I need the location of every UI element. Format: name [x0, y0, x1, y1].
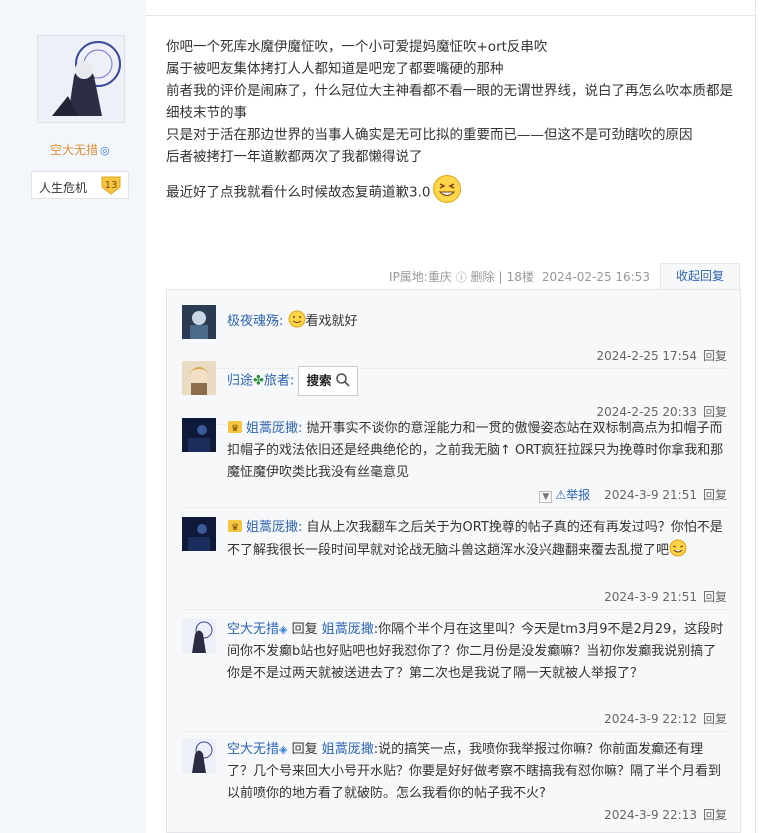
member-icon: ♛	[228, 520, 242, 533]
svg-text:♛: ♛	[231, 523, 239, 533]
help-icon[interactable]: ⓘ	[456, 271, 467, 284]
post-content: 你吧一个死库水魔伊魔怔吹，一个小可爱提妈魔怔吹+ort反串吹 属于被吧友集体拷打…	[166, 36, 736, 211]
reply-username[interactable]: 归途	[227, 374, 253, 389]
reply-prefix: 回复	[291, 742, 318, 757]
floor-number: 18楼	[506, 270, 534, 284]
top-divider	[146, 0, 755, 16]
reply-link[interactable]: 回复	[703, 349, 727, 363]
reply-username[interactable]: 姐蒿厐撖:	[246, 520, 302, 535]
svg-text:♛: ♛	[231, 424, 239, 434]
reply-target[interactable]: 姐蒿厐撖	[322, 742, 374, 757]
author-sidebar	[0, 0, 146, 833]
author-avatar[interactable]	[37, 35, 125, 123]
diamond-icon: ◈	[279, 743, 288, 756]
reply-time: 2024-3-9 21:51	[604, 488, 697, 502]
face-smile-icon	[669, 539, 687, 557]
level-number-badge: 13	[100, 175, 122, 195]
reply-time: 2024-3-9 22:13	[604, 808, 697, 822]
reply-list: 极夜魂殇: 看戏就好 2024-2-25 17:54 回复 归途✤旅者: 搜索 2…	[166, 289, 741, 833]
grin-icon	[432, 174, 462, 211]
avatar[interactable]	[182, 517, 216, 551]
reply-username[interactable]: 空大无措	[227, 622, 279, 637]
clover-icon: ✤	[253, 373, 264, 389]
reply-time: 2024-3-9 22:12	[604, 712, 697, 726]
search-icon	[336, 373, 350, 387]
reply-text: 看戏就好	[305, 314, 358, 329]
avatar[interactable]	[182, 418, 216, 452]
level-name: 人生危机	[39, 181, 88, 195]
warning-icon: ⚠	[555, 488, 567, 502]
post-line: 只是对于活在那边世界的当事人确实是无可比拟的重要而已——但这不是可劲瞎吹的原因	[166, 127, 693, 143]
author-name[interactable]: 空大无措 ◎	[50, 141, 110, 158]
reply-username[interactable]: 空大无措	[227, 742, 279, 757]
report-link[interactable]: ▼ ⚠举报	[539, 488, 590, 503]
member-icon: ♛	[228, 421, 242, 434]
avatar[interactable]	[182, 361, 216, 395]
reply-text: 自从上次我翻车之后关于为ORT挽尊的帖子真的还有再发过吗？你怕不是不了解我很长一…	[227, 520, 723, 558]
ip-location: IP属地:重庆	[389, 270, 452, 284]
post-line: 后者被拷打一年道歉都两次了我都懒得说了	[166, 149, 423, 165]
reply-link[interactable]: 回复	[703, 712, 727, 726]
search-button[interactable]: 搜索	[298, 366, 358, 396]
post-time: 2024-02-25 16:53	[541, 270, 650, 284]
level-badge[interactable]: 人生危机 13	[31, 171, 129, 199]
avatar[interactable]	[182, 619, 216, 653]
delete-link[interactable]: 删除	[471, 270, 495, 284]
reply-time: 2024-2-25 17:54	[596, 349, 697, 363]
reply-time: 2024-3-9 21:51	[604, 590, 697, 604]
reply-text: 抛开事实不谈你的意淫能力和一贯的傲慢姿态站在双标制高点为扣帽子而扣帽子的戏法依旧…	[227, 421, 724, 480]
face-smile-icon	[288, 310, 306, 328]
reply-link[interactable]: 回复	[703, 808, 727, 822]
post-tail: IP属地:重庆 ⓘ 删除 | 18楼 2024-02-25 16:53 收起回复	[166, 263, 740, 289]
collapse-replies-button[interactable]: 收起回复	[660, 263, 740, 289]
avatar[interactable]	[182, 739, 216, 773]
reply-link[interactable]: 回复	[703, 590, 727, 604]
post-line: 你吧一个死库水魔伊魔怔吹，一个小可爱提妈魔怔吹+ort反串吹	[166, 39, 548, 55]
swirl-icon: ◎	[100, 144, 110, 157]
reply-username[interactable]: 姐蒿厐撖:	[246, 421, 302, 436]
reply-username[interactable]: 极夜魂殇:	[227, 314, 283, 329]
diamond-icon: ◈	[279, 623, 288, 636]
post-line: 前者我的评价是闹麻了，什么冠位大主神看都不看一眼的无谓世界线，说白了再怎么吹本质…	[166, 83, 733, 121]
right-divider	[755, 0, 756, 833]
reply-link[interactable]: 回复	[703, 488, 727, 502]
avatar[interactable]	[182, 305, 216, 339]
dropdown-icon[interactable]: ▼	[539, 491, 553, 503]
reply-target[interactable]: 姐蒿厐撖	[322, 622, 374, 637]
svg-text:13: 13	[105, 180, 118, 191]
post-line: 属于被吧友集体拷打人人都知道是吧宠了都要嘴硬的那种	[166, 61, 504, 77]
reply-prefix: 回复	[291, 622, 318, 637]
reply-time: 2024-2-25 20:33	[596, 405, 697, 419]
reply-link[interactable]: 回复	[703, 405, 727, 419]
post-line-last: 最近好了点我就看什么时候故态复萌道歉3.0	[166, 174, 736, 211]
